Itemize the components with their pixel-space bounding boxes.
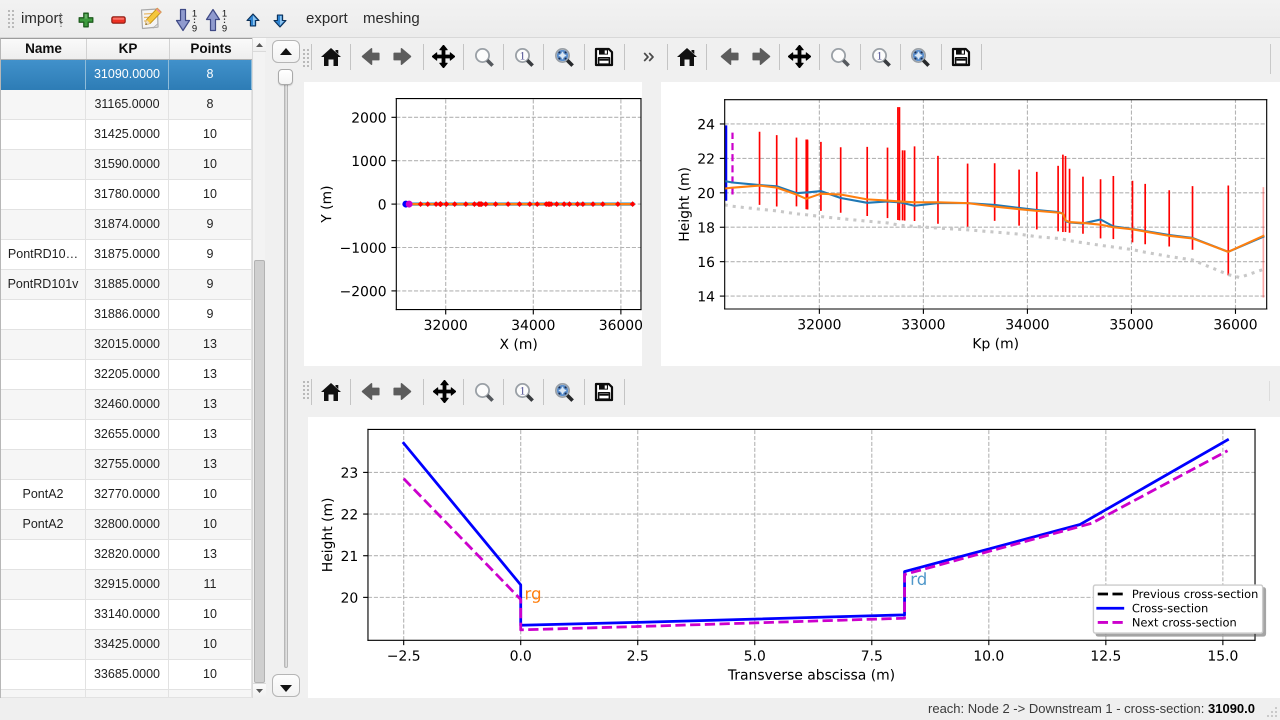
svg-text:1: 1 xyxy=(877,50,883,62)
svg-text:9: 9 xyxy=(222,24,227,33)
svg-text:1: 1 xyxy=(192,9,197,20)
svg-text:9: 9 xyxy=(192,24,197,33)
svg-text:1: 1 xyxy=(520,50,526,62)
svg-text:1: 1 xyxy=(520,385,526,397)
svg-text:1: 1 xyxy=(222,9,227,20)
